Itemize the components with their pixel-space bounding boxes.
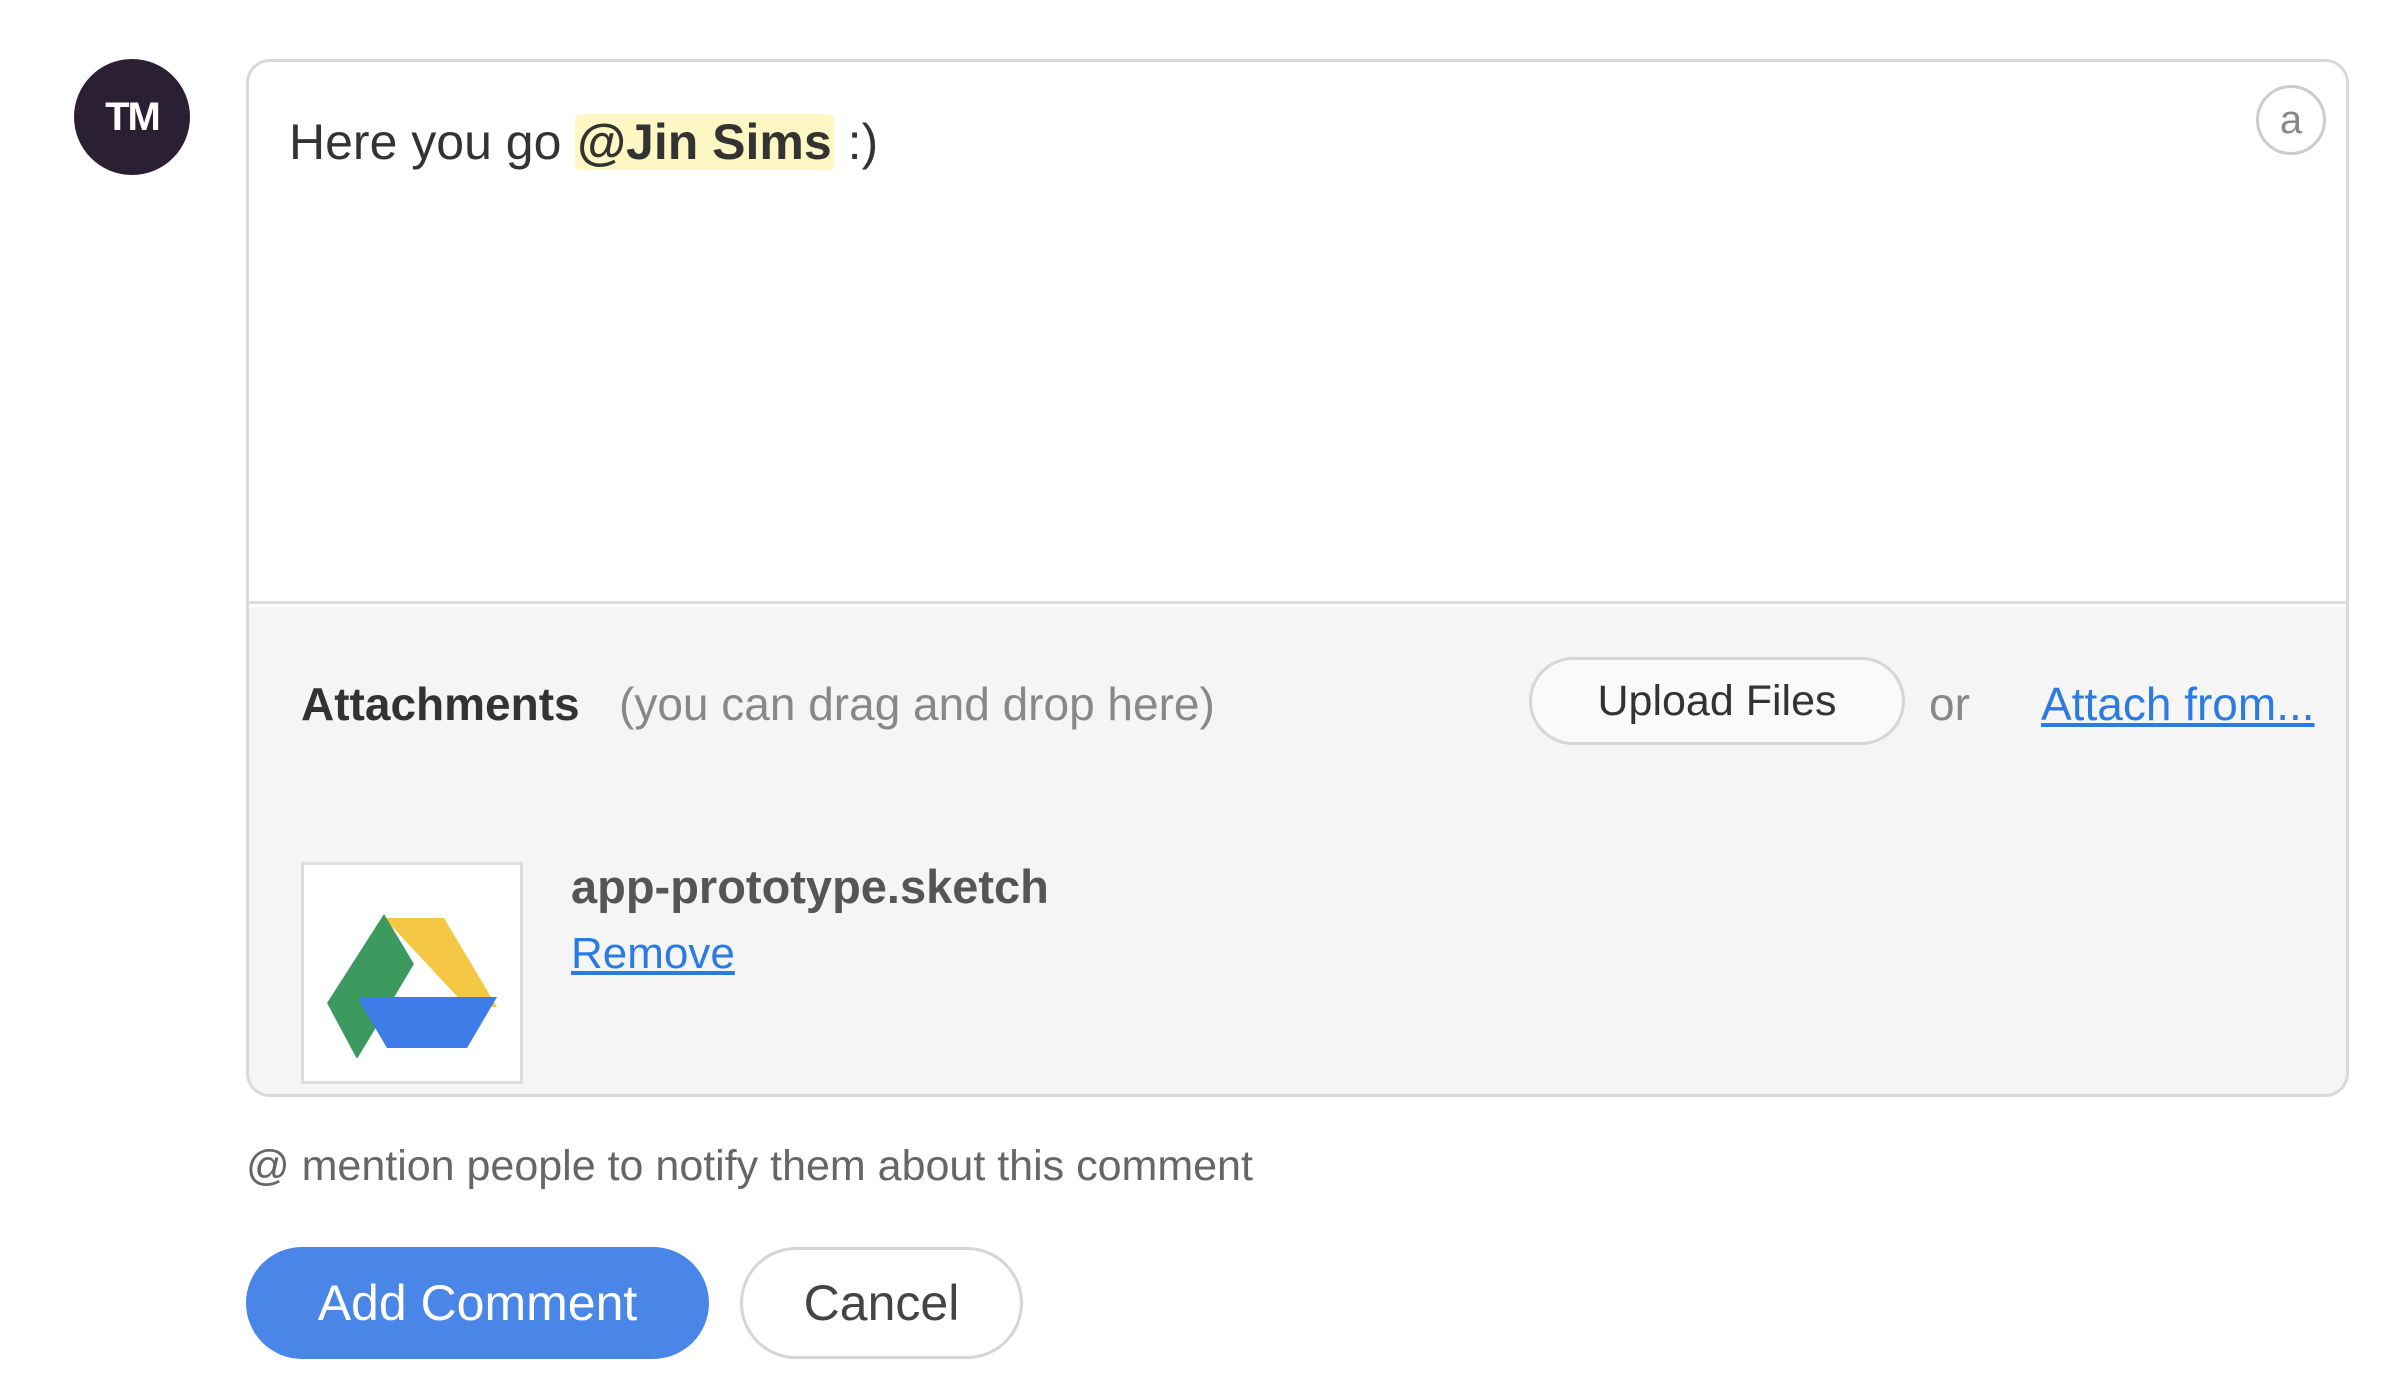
comment-composer: Here you go @Jin Sims :) a Attachments (… xyxy=(246,59,2349,1097)
file-thumbnail xyxy=(301,862,523,1084)
add-comment-button[interactable]: Add Comment xyxy=(246,1247,709,1359)
attachments-hint: (you can drag and drop here) xyxy=(619,678,1215,730)
cancel-button[interactable]: Cancel xyxy=(740,1247,1023,1359)
attach-from-link[interactable]: Attach from... xyxy=(2041,677,2315,731)
upload-files-button[interactable]: Upload Files xyxy=(1529,657,1905,745)
remove-attachment-link[interactable]: Remove xyxy=(571,929,735,979)
attachments-panel[interactable]: Attachments (you can drag and drop here)… xyxy=(249,607,2346,1094)
attachments-title: Attachments xyxy=(301,678,580,730)
attachment-file-name: app-prototype.sketch xyxy=(571,860,1049,913)
comment-editor[interactable]: Here you go @Jin Sims :) a xyxy=(249,62,2346,604)
mention-helper-text: @ mention people to notify them about th… xyxy=(246,1142,1253,1190)
comment-text[interactable]: Here you go @Jin Sims :) xyxy=(289,110,878,175)
google-drive-icon xyxy=(327,914,497,1058)
mention-tag[interactable]: @Jin Sims xyxy=(575,114,834,170)
or-label: or xyxy=(1929,678,1970,730)
text-format-button[interactable]: a xyxy=(2256,85,2326,155)
comment-text-before: Here you go xyxy=(289,114,576,170)
user-avatar: TM xyxy=(74,59,190,175)
attachments-header: Attachments (you can drag and drop here)… xyxy=(301,657,2315,747)
comment-text-after: :) xyxy=(833,114,879,170)
